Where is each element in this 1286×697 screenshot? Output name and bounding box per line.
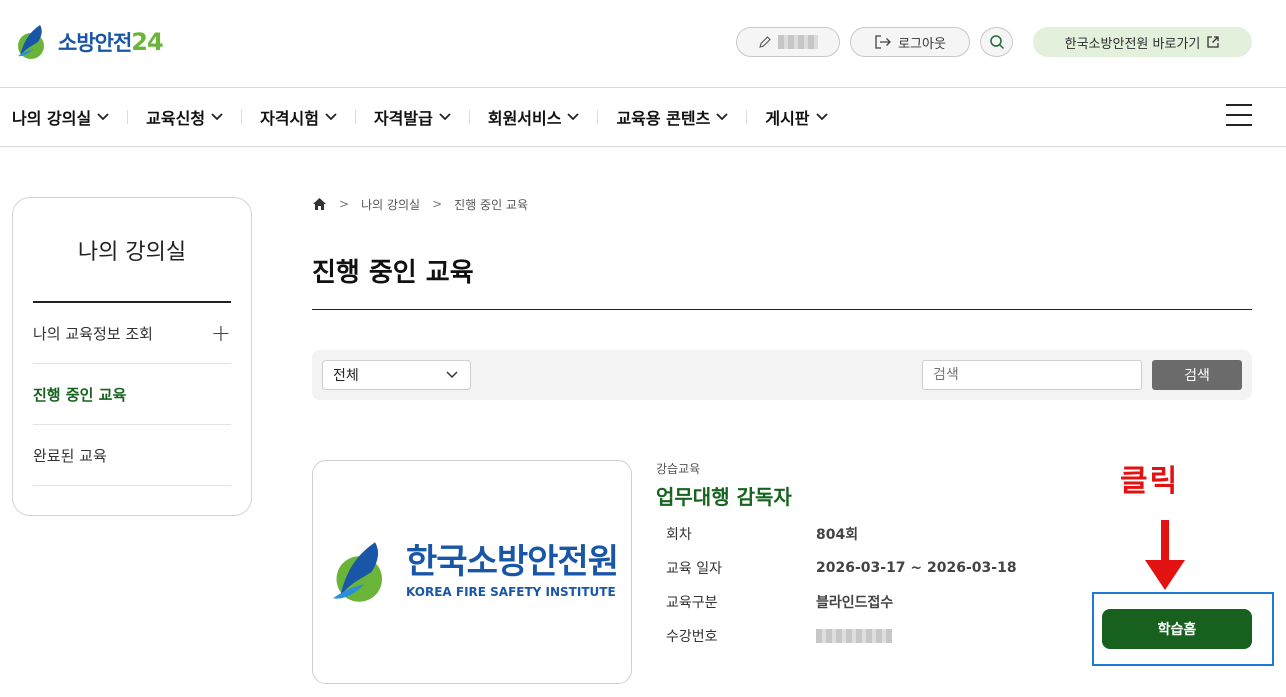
chevron-down-icon [815, 113, 828, 121]
title-divider [312, 309, 1252, 310]
chevron-down-icon [446, 371, 458, 379]
home-icon[interactable] [312, 197, 327, 211]
breadcrumb: > 나의 강의실 > 진행 중인 교육 [312, 196, 528, 212]
category-select[interactable]: 전체 [322, 360, 471, 390]
info-label: 교육 일자 [666, 561, 722, 577]
nav-divider [241, 110, 243, 124]
nav-item-label: 나의 강의실 [12, 109, 92, 128]
kfsi-link-label: 한국소방안전원 바로가기 [1064, 36, 1201, 52]
nav-item-contents[interactable]: 교육용 콘텐츠 [616, 105, 728, 129]
info-row-enroll-no: 수강번호 [666, 625, 892, 647]
main-nav: 나의 강의실 교육신청 자격시험 자격발급 회원서비스 교육용 콘텐츠 게시판 [0, 88, 1286, 147]
sidebar-title: 나의 강의실 [77, 240, 187, 265]
nav-item-label: 교육용 콘텐츠 [616, 109, 711, 128]
sidebar: 나의 강의실 나의 교육정보 조회 + 진행 중인 교육 완료된 교육 [12, 197, 252, 516]
info-row-date: 교육 일자 2026-03-17 ~ 2026-03-18 [666, 557, 1017, 579]
arrow-down-icon [1145, 520, 1185, 590]
chevron-down-icon [567, 113, 580, 121]
thumbnail-title-eng: KOREA FIRE SAFETY INSTITUTE [406, 584, 616, 599]
logout-icon [875, 35, 891, 49]
nav-divider [468, 110, 470, 124]
chevron-down-icon [97, 113, 109, 121]
breadcrumb-item[interactable]: 진행 중인 교육 [454, 196, 528, 213]
chevron-down-icon [716, 113, 728, 121]
nav-divider [597, 110, 599, 124]
page-title: 진행 중인 교육 [312, 258, 474, 288]
redacted-enroll-no [816, 629, 892, 643]
study-home-button[interactable]: 학습홈 [1102, 609, 1252, 649]
select-value: 전체 [333, 368, 359, 384]
sidebar-item-label: 완료된 교육 [33, 446, 107, 465]
nav-item-label: 자격발급 [373, 109, 433, 128]
info-row-session: 회차 804회 [666, 523, 858, 545]
site-header: 소방안전24 로그아웃 한국소방안전원 바로가기 [0, 0, 1286, 88]
sidebar-item-my-edu-info[interactable]: 나의 교육정보 조회 + [33, 303, 231, 364]
chevron-down-icon [211, 113, 223, 121]
course-thumbnail: 한국소방안전원 KOREA FIRE SAFETY INSTITUTE [312, 460, 632, 684]
breadcrumb-separator: > [432, 197, 443, 211]
nav-item-edu-apply[interactable]: 교육신청 [146, 105, 223, 129]
info-label: 회차 [666, 527, 692, 543]
sidebar-item-in-progress[interactable]: 진행 중인 교육 [33, 364, 231, 425]
nav-item-label: 회원서비스 [487, 109, 562, 128]
logout-button[interactable]: 로그아웃 [850, 27, 970, 57]
kfsi-logo-icon [333, 542, 383, 602]
info-value: 804회 [816, 527, 859, 543]
logo-mark-icon [18, 25, 44, 59]
chevron-down-icon [439, 113, 451, 121]
nav-item-member[interactable]: 회원서비스 [488, 105, 580, 129]
course-category: 강습교육 [656, 462, 701, 476]
thumbnail-title-kor: 한국소방안전원 [406, 542, 619, 583]
filter-bar: 전체 검색 [312, 350, 1252, 400]
nav-divider [127, 110, 129, 124]
nav-divider [354, 110, 356, 124]
course-name: 업무대행 감독자 [656, 485, 792, 509]
search-icon [989, 35, 1004, 50]
plus-icon[interactable]: + [211, 321, 231, 345]
nav-item-label: 게시판 [765, 109, 810, 128]
sidebar-item-label: 진행 중인 교육 [33, 385, 127, 404]
nav-list: 나의 강의실 교육신청 자격시험 자격발급 회원서비스 교육용 콘텐츠 게시판 [0, 88, 828, 146]
nav-item-my-classroom[interactable]: 나의 강의실 [12, 105, 109, 129]
nav-item-exam[interactable]: 자격시험 [260, 105, 337, 129]
nav-item-license[interactable]: 자격발급 [374, 105, 451, 129]
sidebar-item-label: 나의 교육정보 조회 [33, 324, 153, 343]
nav-item-label: 자격시험 [260, 109, 319, 128]
kfsi-link-button[interactable]: 한국소방안전원 바로가기 [1033, 27, 1252, 57]
nav-item-label: 교육신청 [146, 109, 206, 128]
breadcrumb-separator: > [339, 197, 350, 211]
search-button[interactable]: 검색 [1152, 360, 1242, 390]
info-value: 블라인드접수 [816, 595, 894, 611]
header-search-button[interactable] [980, 27, 1013, 57]
info-value: 2026-03-17 ~ 2026-03-18 [816, 560, 1017, 576]
nav-item-board[interactable]: 게시판 [765, 105, 828, 129]
info-label: 교육구분 [666, 595, 718, 611]
sidebar-item-completed[interactable]: 완료된 교육 [33, 425, 231, 486]
pencil-icon [759, 36, 771, 48]
info-label: 수강번호 [666, 629, 718, 645]
logo-text: 소방안전24 [58, 28, 164, 56]
click-annotation-label: 클릭 [1120, 464, 1180, 499]
breadcrumb-item[interactable]: 나의 강의실 [361, 196, 420, 213]
profile-button[interactable] [736, 27, 840, 57]
search-input[interactable] [922, 360, 1142, 390]
hamburger-menu-icon[interactable] [1226, 104, 1252, 128]
thumbnail-text: 한국소방안전원 KOREA FIRE SAFETY INSTITUTE [406, 542, 619, 599]
nav-divider [746, 110, 748, 124]
redacted-username [778, 35, 818, 49]
chevron-down-icon [325, 113, 337, 121]
site-logo[interactable]: 소방안전24 [12, 22, 164, 62]
logout-label: 로그아웃 [898, 36, 946, 52]
info-row-type: 교육구분 블라인드접수 [666, 591, 893, 613]
external-link-icon [1207, 36, 1219, 48]
